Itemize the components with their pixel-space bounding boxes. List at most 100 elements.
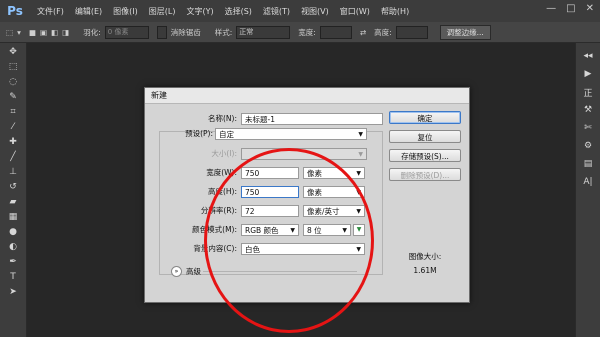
play-icon[interactable]: ▶ — [578, 67, 598, 81]
height-label: 高度(H): — [207, 187, 237, 196]
move-tool-icon[interactable]: ✥ — [3, 45, 23, 58]
height-unit-select[interactable]: 像素 ▼ — [303, 186, 365, 198]
chevron-down-icon: ▼ — [356, 246, 361, 253]
brush-preset-icon[interactable]: ✄ — [578, 121, 598, 135]
width-label: 宽度: — [298, 27, 316, 37]
gradient-tool-icon[interactable]: ▦ — [3, 210, 23, 223]
preset-value: 自定 — [219, 130, 234, 139]
panel-label-normal[interactable]: 正 — [578, 85, 598, 99]
menu-layer[interactable]: 图层(L) — [149, 6, 176, 17]
brush-tool-icon[interactable]: ╱ — [3, 150, 23, 163]
menu-edit[interactable]: 编辑(E) — [75, 6, 102, 17]
menu-view[interactable]: 视图(V) — [301, 6, 329, 17]
height-label: 高度: — [374, 27, 392, 37]
history-brush-tool-icon[interactable]: ↺ — [3, 180, 23, 193]
intersect-selection-icon[interactable]: ◨ — [62, 28, 69, 37]
advanced-divider — [203, 271, 357, 272]
name-input[interactable]: 未标题-1 — [241, 113, 383, 125]
color-mode-value: RGB 颜色 — [245, 226, 279, 235]
bit-depth-value: 8 位 — [307, 226, 322, 235]
photoshop-logo: Ps — [7, 4, 23, 18]
clone-stamp-tool-icon[interactable]: ⊥ — [3, 165, 23, 178]
image-size-value: 1.61M — [413, 266, 437, 275]
quick-select-tool-icon[interactable]: ✎ — [3, 90, 23, 103]
crop-tool-icon[interactable]: ⌗ — [3, 105, 23, 118]
add-selection-icon[interactable]: ▣ — [40, 28, 47, 37]
resolution-label: 分辨率(R): — [200, 206, 237, 215]
width-group: 宽度: — [298, 25, 352, 39]
color-mode-label: 颜色模式(M): — [192, 225, 237, 234]
type-tool-icon[interactable]: T — [3, 270, 23, 283]
width-input[interactable]: 750 — [241, 167, 299, 179]
advanced-label: 高级 — [186, 267, 201, 276]
resolution-unit-select[interactable]: 像素/英寸 ▼ — [303, 205, 365, 217]
close-button[interactable]: ✕ — [586, 3, 594, 14]
ok-button[interactable]: 确定 — [389, 111, 461, 124]
new-selection-icon[interactable]: ■ — [29, 28, 36, 37]
menu-image[interactable]: 图像(I) — [113, 6, 138, 17]
menu-window[interactable]: 窗口(W) — [340, 6, 370, 17]
color-mode-select[interactable]: RGB 颜色 ▼ — [241, 224, 299, 236]
healing-brush-tool-icon[interactable]: ✚ — [3, 135, 23, 148]
right-panel-dock: ◂◂ ▶ 正 ⚒ ✄ ⚙ ▤ A| — [575, 43, 600, 337]
character-panel-icon[interactable]: A| — [578, 175, 598, 189]
color-picker-icon[interactable]: ▼ — [353, 224, 365, 236]
size-label: 大小(I): — [211, 149, 237, 158]
refine-edge-button[interactable]: 调整边缘... — [439, 24, 491, 40]
width-label: 宽度(W): — [206, 168, 237, 177]
size-select: ▼ — [241, 148, 367, 160]
subtract-selection-icon[interactable]: ◧ — [51, 28, 58, 37]
reset-button[interactable]: 复位 — [389, 130, 461, 143]
marquee-tool-icon[interactable]: ⬚ — [3, 60, 23, 73]
chevron-down-icon: ▼ — [342, 227, 347, 234]
antialias-label: 消除锯齿 — [170, 27, 201, 37]
minimize-button[interactable]: — — [546, 3, 556, 14]
selection-mode-group: ■ ▣ ◧ ◨ — [29, 28, 69, 37]
background-select[interactable]: 白色 ▼ — [241, 243, 365, 255]
background-value: 白色 — [245, 245, 260, 254]
feather-label: 羽化: — [83, 27, 101, 37]
maximize-button[interactable]: □ — [566, 3, 575, 14]
window-controls: — □ ✕ — [546, 3, 594, 14]
resolution-input[interactable]: 72 — [241, 205, 299, 217]
swap-icon[interactable]: ⇄ — [360, 28, 366, 37]
width-unit: 像素 — [307, 169, 322, 178]
collapse-panel-icon[interactable]: ◂◂ — [578, 49, 598, 63]
pen-tool-icon[interactable]: ✒ — [3, 255, 23, 268]
eraser-tool-icon[interactable]: ▰ — [3, 195, 23, 208]
menu-select[interactable]: 选择(S) — [225, 6, 252, 17]
feather-input[interactable]: 0 像素 — [104, 25, 149, 39]
height-unit: 像素 — [307, 188, 322, 197]
tool-preset-icon[interactable]: ⚒ — [578, 103, 598, 117]
marquee-tool-preset[interactable]: ⬚ ▾ — [6, 28, 21, 37]
save-preset-button[interactable]: 存储预设(S)... — [389, 149, 461, 162]
background-label: 背景内容(C): — [193, 244, 237, 253]
style-label: 样式: — [214, 27, 233, 37]
preset-label: 预设(P): — [185, 129, 213, 138]
preset-select[interactable]: 自定 ▼ — [215, 128, 367, 140]
path-select-tool-icon[interactable]: ➤ — [3, 285, 23, 298]
height-input[interactable]: 750 — [241, 186, 299, 198]
menu-filter[interactable]: 滤镜(T) — [263, 6, 290, 17]
chevron-down-icon: ▼ — [356, 208, 361, 215]
menu-file[interactable]: 文件(F) — [37, 6, 64, 17]
tools-panel: ✥ ⬚ ◌ ✎ ⌗ ⁄ ✚ ╱ ⊥ ↺ ▰ ▦ ● ◐ ✒ T ➤ — [0, 43, 27, 337]
advanced-toggle[interactable]: » 高级 — [171, 266, 201, 277]
clone-source-icon[interactable]: ▤ — [578, 157, 598, 171]
bit-depth-select[interactable]: 8 位 ▼ — [303, 224, 351, 236]
lasso-tool-icon[interactable]: ◌ — [3, 75, 23, 88]
antialias-checkbox[interactable] — [156, 25, 167, 39]
blur-tool-icon[interactable]: ● — [3, 225, 23, 238]
menu-type[interactable]: 文字(Y) — [186, 6, 213, 17]
height-group: 高度: — [374, 25, 428, 39]
menu-help[interactable]: 帮助(H) — [381, 6, 409, 17]
style-select[interactable]: 正常 — [236, 25, 291, 39]
width-unit-select[interactable]: 像素 ▼ — [303, 167, 365, 179]
eyedropper-tool-icon[interactable]: ⁄ — [3, 120, 23, 133]
adjust-icon[interactable]: ⚙ — [578, 139, 598, 153]
delete-preset-button: 删除预设(D)... — [389, 168, 461, 181]
height-input[interactable] — [395, 25, 428, 39]
dodge-tool-icon[interactable]: ◐ — [3, 240, 23, 253]
width-input[interactable] — [319, 25, 352, 39]
antialias-group: 消除锯齿 — [156, 25, 201, 39]
